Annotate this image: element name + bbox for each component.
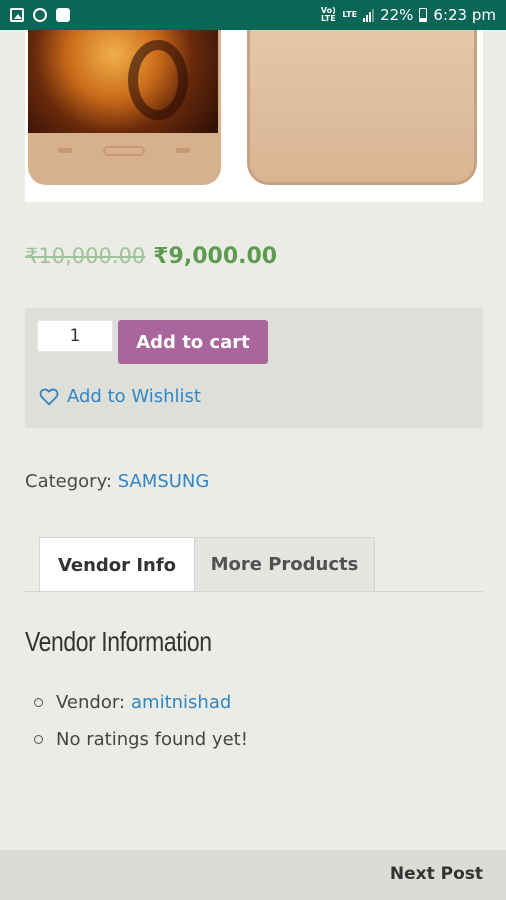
google-icon (33, 8, 47, 22)
vendor-name-link[interactable]: amitnishad (131, 692, 231, 713)
clock: 6:23 pm (433, 6, 496, 24)
bullet-icon (34, 735, 43, 744)
vendor-details-list: Vendor: amitnishad No ratings found yet! (34, 684, 248, 758)
product-image[interactable] (25, 30, 483, 202)
battery-percent: 22% (380, 6, 414, 24)
bullet-icon (34, 698, 43, 707)
category-label: Category: (25, 471, 112, 492)
list-item: No ratings found yet! (34, 721, 248, 758)
original-price: ₹10,000.00 (25, 244, 146, 268)
quantity-input[interactable] (37, 320, 113, 352)
add-to-wishlist-link[interactable]: Add to Wishlist (39, 386, 201, 407)
price: ₹10,000.00 ₹9,000.00 (25, 244, 277, 269)
system-icons: Vo) LTE LTE 22% 6:23 pm (320, 6, 496, 24)
phone-back-image (247, 30, 477, 185)
next-post-label[interactable]: Next Post (390, 864, 483, 884)
product-category: Category: SAMSUNG (25, 471, 209, 492)
lte-indicator: LTE (342, 10, 358, 19)
category-link[interactable]: SAMSUNG (118, 471, 210, 492)
image-icon (10, 8, 24, 22)
tab-vendor-info[interactable]: Vendor Info (39, 537, 195, 592)
signal-icon (363, 8, 375, 22)
phone-front-image (28, 30, 221, 185)
volte-indicator: Vo) LTE (320, 6, 336, 23)
notification-icons (10, 8, 70, 22)
heart-icon (39, 388, 59, 405)
ratings-text: No ratings found yet! (56, 729, 248, 750)
message-icon (56, 8, 70, 22)
add-to-cart-button[interactable]: Add to cart (118, 320, 268, 364)
list-item: Vendor: amitnishad (34, 684, 248, 721)
battery-icon (419, 8, 428, 22)
post-navigation: Next Post (0, 850, 506, 900)
vendor-label: Vendor: (56, 692, 125, 713)
sale-price: ₹9,000.00 (153, 244, 278, 269)
add-to-cart-form: Add to cart Add to Wishlist (25, 308, 483, 428)
tab-more-products[interactable]: More Products (195, 537, 375, 592)
vendor-information-heading: Vendor Information (25, 626, 212, 657)
status-bar: Vo) LTE LTE 22% 6:23 pm (0, 0, 506, 30)
tab-divider (25, 591, 483, 592)
product-tabs: Vendor Info More Products (39, 537, 375, 592)
wishlist-label: Add to Wishlist (67, 386, 201, 407)
